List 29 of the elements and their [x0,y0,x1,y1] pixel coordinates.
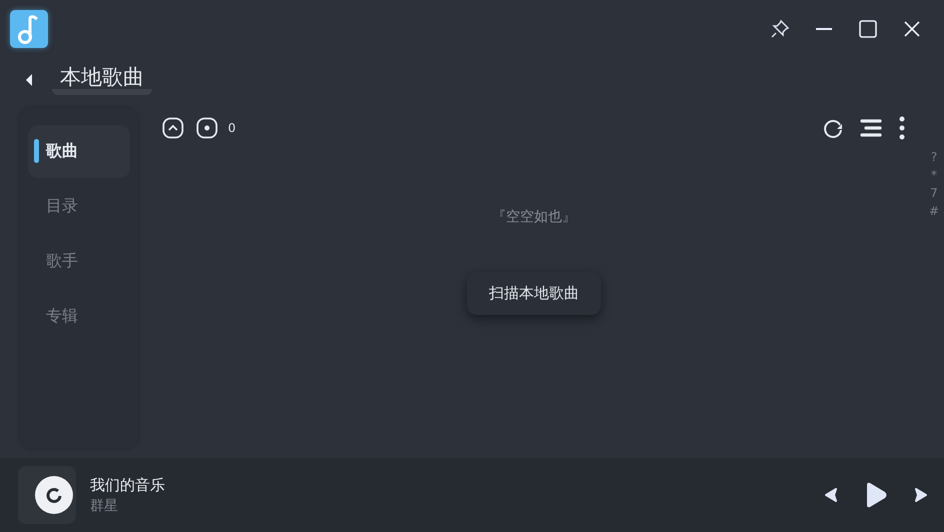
previous-icon[interactable] [824,487,838,503]
index-letter[interactable]: 7 [930,186,938,200]
more-icon[interactable] [898,116,906,140]
locate-icon[interactable] [196,117,218,139]
scan-button[interactable]: 扫描本地歌曲 [467,272,601,315]
index-letter[interactable]: # [928,204,940,218]
page-title: 本地歌曲 [52,65,152,95]
index-letter[interactable]: * [931,168,937,182]
music-note-logo [10,10,48,48]
sidebar-tab[interactable]: 目录 [28,180,130,233]
maximize-icon[interactable] [858,19,878,39]
scroll-top-icon[interactable] [162,117,184,139]
sidebar-tab[interactable]: 歌曲 [28,125,130,178]
sidebar-tab[interactable]: 歌手 [28,235,130,288]
refresh-icon[interactable] [822,117,844,139]
pin-icon[interactable] [770,19,790,39]
song-title: 我们的音乐 [90,476,165,494]
close-icon[interactable] [902,19,922,39]
song-count: 0 [228,121,236,135]
next-icon[interactable] [914,487,928,503]
sort-icon[interactable] [860,118,882,138]
disc-icon [34,475,74,515]
song-artist: 群星 [90,496,119,514]
sidebar-tab[interactable]: 专辑 [28,290,130,343]
index-letter[interactable]: ? [930,150,938,164]
album-cover[interactable] [18,466,76,524]
empty-message: 『空空如也』 [492,208,576,226]
back-icon[interactable] [24,73,34,87]
play-icon[interactable] [864,481,888,509]
